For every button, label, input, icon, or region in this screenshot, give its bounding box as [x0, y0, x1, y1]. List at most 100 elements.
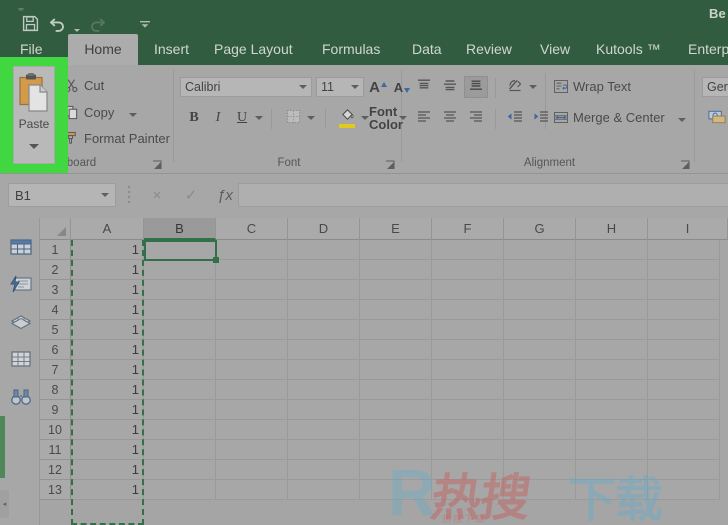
font-name-combobox[interactable]: Calibri [180, 77, 312, 97]
cell-I11[interactable] [648, 440, 720, 460]
cell-D9[interactable] [288, 400, 360, 420]
wrap-text-button[interactable]: Wrap Text [553, 79, 631, 94]
cell-G4[interactable] [504, 300, 576, 320]
tab-view[interactable]: View [530, 34, 580, 65]
cell-C3[interactable] [216, 280, 288, 300]
cell-A1[interactable]: 1 [71, 240, 144, 260]
fill-color-button[interactable] [335, 105, 359, 131]
row-header-3[interactable]: 3 [40, 280, 71, 300]
cell-A9[interactable]: 1 [71, 400, 144, 420]
cell-F2[interactable] [432, 260, 504, 280]
font-dialog-launcher-icon[interactable] [385, 158, 396, 169]
cell-F13[interactable] [432, 480, 504, 500]
cell-G11[interactable] [504, 440, 576, 460]
cell-I10[interactable] [648, 420, 720, 440]
paste-button[interactable]: Paste [13, 66, 55, 164]
column-header-i[interactable]: I [648, 218, 728, 240]
cell-H3[interactable] [576, 280, 648, 300]
row-header-11[interactable]: 11 [40, 440, 71, 460]
cell-D4[interactable] [288, 300, 360, 320]
cell-C9[interactable] [216, 400, 288, 420]
row-header-7[interactable]: 7 [40, 360, 71, 380]
cell-G8[interactable] [504, 380, 576, 400]
cell-F8[interactable] [432, 380, 504, 400]
cell-I12[interactable] [648, 460, 720, 480]
cell-H1[interactable] [576, 240, 648, 260]
cell-H2[interactable] [576, 260, 648, 280]
cell-B5[interactable] [144, 320, 216, 340]
cell-D11[interactable] [288, 440, 360, 460]
name-box[interactable]: B1 [8, 183, 116, 207]
customize-qat-chevron-down-icon[interactable] [133, 12, 157, 36]
bold-button[interactable]: B [183, 107, 205, 129]
cell-F7[interactable] [432, 360, 504, 380]
column-header-d[interactable]: D [288, 218, 360, 240]
cell-B10[interactable] [144, 420, 216, 440]
cancel-formula-button[interactable]: × [142, 183, 172, 207]
cell-E3[interactable] [360, 280, 432, 300]
cell-G5[interactable] [504, 320, 576, 340]
insert-function-button[interactable]: ƒx [210, 183, 240, 207]
cell-H11[interactable] [576, 440, 648, 460]
align-center-button[interactable] [438, 107, 462, 129]
cell-I6[interactable] [648, 340, 720, 360]
cell-D7[interactable] [288, 360, 360, 380]
row-header-9[interactable]: 9 [40, 400, 71, 420]
cell-H4[interactable] [576, 300, 648, 320]
cell-B4[interactable] [144, 300, 216, 320]
worksheet-grid[interactable]: A B C D E F G H I 1 1 2 1 3 1 4 1 5 1 6 1 7 1 8 1 9 1 10 1 1… [40, 218, 728, 525]
merge-center-button[interactable]: Merge & Center [553, 110, 686, 125]
cell-F12[interactable] [432, 460, 504, 480]
cell-I1[interactable] [648, 240, 720, 260]
cell-D1[interactable] [288, 240, 360, 260]
cell-H13[interactable] [576, 480, 648, 500]
cell-A5[interactable]: 1 [71, 320, 144, 340]
cell-H8[interactable] [576, 380, 648, 400]
tab-enterprise[interactable]: Enterpr [678, 34, 728, 65]
cell-E8[interactable] [360, 380, 432, 400]
cell-E12[interactable] [360, 460, 432, 480]
cell-I4[interactable] [648, 300, 720, 320]
cell-F6[interactable] [432, 340, 504, 360]
cell-H7[interactable] [576, 360, 648, 380]
font-name-chevron-down-icon[interactable] [299, 85, 307, 89]
cell-C1[interactable] [216, 240, 288, 260]
navigation-pane-icon[interactable] [9, 236, 33, 258]
cell-C10[interactable] [216, 420, 288, 440]
cell-I8[interactable] [648, 380, 720, 400]
cell-A3[interactable]: 1 [71, 280, 144, 300]
cell-I9[interactable] [648, 400, 720, 420]
tab-home[interactable]: Home [68, 34, 138, 65]
cell-G12[interactable] [504, 460, 576, 480]
column-header-h[interactable]: H [576, 218, 648, 240]
enter-formula-button[interactable]: ✓ [176, 183, 206, 207]
column-header-f[interactable]: F [432, 218, 504, 240]
orientation-button[interactable] [503, 76, 527, 98]
cell-E13[interactable] [360, 480, 432, 500]
row-header-8[interactable]: 8 [40, 380, 71, 400]
save-icon[interactable] [18, 12, 42, 36]
borders-button[interactable] [281, 107, 305, 129]
cell-H5[interactable] [576, 320, 648, 340]
cell-B6[interactable] [144, 340, 216, 360]
cell-F10[interactable] [432, 420, 504, 440]
cell-D8[interactable] [288, 380, 360, 400]
cell-G13[interactable] [504, 480, 576, 500]
cell-C13[interactable] [216, 480, 288, 500]
undo-icon[interactable] [45, 12, 69, 36]
cell-C6[interactable] [216, 340, 288, 360]
cell-I13[interactable] [648, 480, 720, 500]
cell-B3[interactable] [144, 280, 216, 300]
cell-D10[interactable] [288, 420, 360, 440]
cut-button[interactable]: Cut [64, 78, 104, 93]
copy-button[interactable]: Copy [64, 105, 138, 120]
select-all-corner[interactable] [40, 218, 71, 240]
row-header-4[interactable]: 4 [40, 300, 71, 320]
cell-E11[interactable] [360, 440, 432, 460]
cell-A6[interactable]: 1 [71, 340, 144, 360]
number-format-combobox[interactable]: Gen [702, 77, 728, 97]
bottom-align-button[interactable] [464, 76, 488, 98]
cell-G7[interactable] [504, 360, 576, 380]
cell-C4[interactable] [216, 300, 288, 320]
row-header-10[interactable]: 10 [40, 420, 71, 440]
